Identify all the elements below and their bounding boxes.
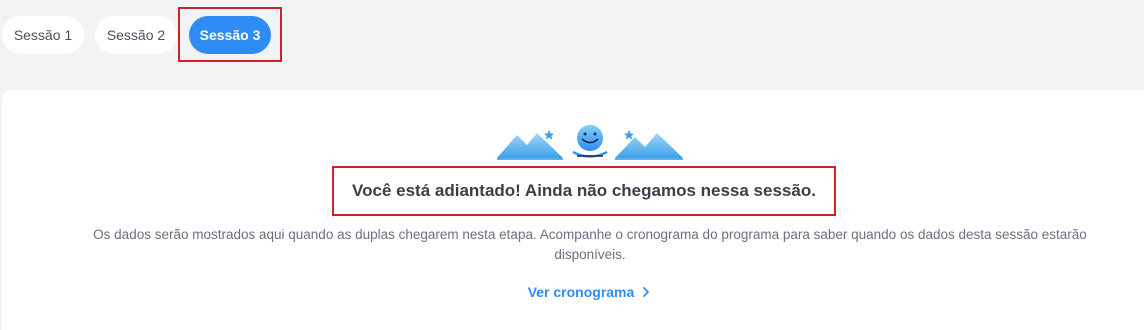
empty-state-title: Você está adiantado! Ainda não chegamos … <box>352 181 816 200</box>
view-schedule-label: Ver cronograma <box>527 284 635 300</box>
mountains-smiley-icon <box>497 125 683 160</box>
session-tabs: Sessão 1 Sessão 2 Sessão 3 <box>0 0 1144 80</box>
tab-session-2[interactable]: Sessão 2 <box>95 16 177 54</box>
tab-session-3[interactable]: Sessão 3 <box>189 16 271 54</box>
chevron-right-icon <box>643 287 650 297</box>
empty-state-description: Os dados serão mostrados aqui quando as … <box>93 227 1087 262</box>
tab-session-1[interactable]: Sessão 1 <box>2 16 84 54</box>
view-schedule-link[interactable]: Ver cronograma <box>500 282 680 302</box>
